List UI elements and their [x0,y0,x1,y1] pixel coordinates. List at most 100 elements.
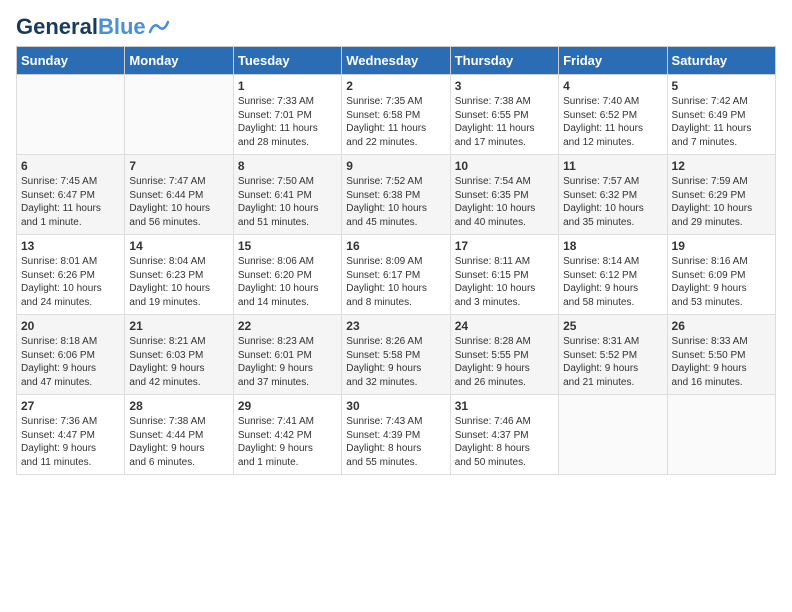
calendar-week-row: 20 Sunrise: 8:18 AM Sunset: 6:06 PM Dayli… [17,315,776,395]
day-info: Sunrise: 8:06 AM Sunset: 6:20 PM Dayligh… [238,255,337,309]
logo-wave-icon [148,18,170,36]
calendar-week-row: 27Sunrise: 7:36 AM Sunset: 4:47 PM Dayli… [17,395,776,475]
day-number: 8 [238,159,337,173]
calendar-cell: 8 Sunrise: 7:50 AM Sunset: 6:41 PM Daylig… [233,155,341,235]
day-number: 18 [563,239,662,253]
day-info: Sunrise: 7:50 AM Sunset: 6:41 PM Dayligh… [238,175,337,229]
day-number: 5 [672,79,771,93]
weekday-header-tuesday: Tuesday [233,47,341,75]
calendar-cell: 19 Sunrise: 8:16 AM Sunset: 6:09 PM Dayli… [667,235,775,315]
day-info: Sunrise: 7:36 AM Sunset: 4:47 PM Dayligh… [21,415,120,469]
day-number: 25 [563,319,662,333]
day-info: Sunrise: 7:54 AM Sunset: 6:35 PM Dayligh… [455,175,554,229]
calendar-cell: 26Sunrise: 8:33 AM Sunset: 5:50 PM Dayli… [667,315,775,395]
calendar-cell: 22 Sunrise: 8:23 AM Sunset: 6:01 PM Dayli… [233,315,341,395]
weekday-header-sunday: Sunday [17,47,125,75]
day-number: 6 [21,159,120,173]
day-number: 19 [672,239,771,253]
calendar-cell: 27Sunrise: 7:36 AM Sunset: 4:47 PM Dayli… [17,395,125,475]
day-info: Sunrise: 8:01 AM Sunset: 6:26 PM Dayligh… [21,255,120,309]
calendar-cell: 14Sunrise: 8:04 AM Sunset: 6:23 PM Dayli… [125,235,233,315]
day-number: 22 [238,319,337,333]
calendar-cell: 11 Sunrise: 7:57 AM Sunset: 6:32 PM Dayli… [559,155,667,235]
day-number: 1 [238,79,337,93]
day-number: 16 [346,239,445,253]
day-number: 17 [455,239,554,253]
calendar-cell: 25 Sunrise: 8:31 AM Sunset: 5:52 PM Dayli… [559,315,667,395]
calendar-cell: 20 Sunrise: 8:18 AM Sunset: 6:06 PM Dayli… [17,315,125,395]
calendar-cell: 10 Sunrise: 7:54 AM Sunset: 6:35 PM Dayli… [450,155,558,235]
day-info: Sunrise: 8:11 AM Sunset: 6:15 PM Dayligh… [455,255,554,309]
calendar-cell: 23Sunrise: 8:26 AM Sunset: 5:58 PM Dayli… [342,315,450,395]
day-number: 4 [563,79,662,93]
weekday-header-monday: Monday [125,47,233,75]
day-number: 15 [238,239,337,253]
calendar-cell: 30Sunrise: 7:43 AM Sunset: 4:39 PM Dayli… [342,395,450,475]
day-info: Sunrise: 7:47 AM Sunset: 6:44 PM Dayligh… [129,175,228,229]
calendar-cell: 24 Sunrise: 8:28 AM Sunset: 5:55 PM Dayli… [450,315,558,395]
day-info: Sunrise: 7:46 AM Sunset: 4:37 PM Dayligh… [455,415,554,469]
calendar-cell [17,75,125,155]
day-info: Sunrise: 8:18 AM Sunset: 6:06 PM Dayligh… [21,335,120,389]
day-number: 11 [563,159,662,173]
calendar-cell [125,75,233,155]
day-number: 12 [672,159,771,173]
day-info: Sunrise: 8:31 AM Sunset: 5:52 PM Dayligh… [563,335,662,389]
logo: GeneralBlue [16,16,170,38]
logo-text: GeneralBlue [16,16,146,38]
day-number: 29 [238,399,337,413]
page-header: GeneralBlue [16,16,776,38]
day-number: 21 [129,319,228,333]
day-number: 26 [672,319,771,333]
calendar-cell: 12Sunrise: 7:59 AM Sunset: 6:29 PM Dayli… [667,155,775,235]
day-number: 23 [346,319,445,333]
day-info: Sunrise: 7:57 AM Sunset: 6:32 PM Dayligh… [563,175,662,229]
day-number: 13 [21,239,120,253]
calendar-week-row: 1Sunrise: 7:33 AM Sunset: 7:01 PM Daylig… [17,75,776,155]
day-info: Sunrise: 8:09 AM Sunset: 6:17 PM Dayligh… [346,255,445,309]
calendar-cell: 5 Sunrise: 7:42 AM Sunset: 6:49 PM Daylig… [667,75,775,155]
calendar-cell: 4 Sunrise: 7:40 AM Sunset: 6:52 PM Daylig… [559,75,667,155]
weekday-header-thursday: Thursday [450,47,558,75]
day-info: Sunrise: 7:41 AM Sunset: 4:42 PM Dayligh… [238,415,337,469]
day-info: Sunrise: 7:45 AM Sunset: 6:47 PM Dayligh… [21,175,120,229]
day-info: Sunrise: 7:52 AM Sunset: 6:38 PM Dayligh… [346,175,445,229]
calendar-cell: 6 Sunrise: 7:45 AM Sunset: 6:47 PM Daylig… [17,155,125,235]
day-number: 14 [129,239,228,253]
calendar-cell: 1Sunrise: 7:33 AM Sunset: 7:01 PM Daylig… [233,75,341,155]
calendar-cell: 3Sunrise: 7:38 AM Sunset: 6:55 PM Daylig… [450,75,558,155]
calendar-cell: 28 Sunrise: 7:38 AM Sunset: 4:44 PM Dayli… [125,395,233,475]
day-info: Sunrise: 7:42 AM Sunset: 6:49 PM Dayligh… [672,95,771,149]
calendar-cell: 18 Sunrise: 8:14 AM Sunset: 6:12 PM Dayli… [559,235,667,315]
day-info: Sunrise: 8:23 AM Sunset: 6:01 PM Dayligh… [238,335,337,389]
day-number: 3 [455,79,554,93]
day-info: Sunrise: 8:14 AM Sunset: 6:12 PM Dayligh… [563,255,662,309]
calendar-cell: 13 Sunrise: 8:01 AM Sunset: 6:26 PM Dayli… [17,235,125,315]
day-info: Sunrise: 8:16 AM Sunset: 6:09 PM Dayligh… [672,255,771,309]
calendar-week-row: 6 Sunrise: 7:45 AM Sunset: 6:47 PM Daylig… [17,155,776,235]
weekday-header-saturday: Saturday [667,47,775,75]
calendar-cell: 7Sunrise: 7:47 AM Sunset: 6:44 PM Daylig… [125,155,233,235]
day-number: 28 [129,399,228,413]
day-number: 9 [346,159,445,173]
calendar-cell: 29 Sunrise: 7:41 AM Sunset: 4:42 PM Dayli… [233,395,341,475]
day-number: 10 [455,159,554,173]
calendar-cell [559,395,667,475]
calendar-week-row: 13 Sunrise: 8:01 AM Sunset: 6:26 PM Dayli… [17,235,776,315]
weekday-header-wednesday: Wednesday [342,47,450,75]
calendar-table: SundayMondayTuesdayWednesdayThursdayFrid… [16,46,776,475]
day-number: 2 [346,79,445,93]
weekday-header-row: SundayMondayTuesdayWednesdayThursdayFrid… [17,47,776,75]
day-info: Sunrise: 8:21 AM Sunset: 6:03 PM Dayligh… [129,335,228,389]
day-number: 24 [455,319,554,333]
day-number: 31 [455,399,554,413]
calendar-cell: 21 Sunrise: 8:21 AM Sunset: 6:03 PM Dayli… [125,315,233,395]
day-info: Sunrise: 8:28 AM Sunset: 5:55 PM Dayligh… [455,335,554,389]
calendar-cell: 31 Sunrise: 7:46 AM Sunset: 4:37 PM Dayli… [450,395,558,475]
calendar-cell: 17 Sunrise: 8:11 AM Sunset: 6:15 PM Dayli… [450,235,558,315]
day-info: Sunrise: 7:35 AM Sunset: 6:58 PM Dayligh… [346,95,445,149]
day-info: Sunrise: 7:40 AM Sunset: 6:52 PM Dayligh… [563,95,662,149]
day-number: 30 [346,399,445,413]
day-info: Sunrise: 7:38 AM Sunset: 4:44 PM Dayligh… [129,415,228,469]
day-number: 20 [21,319,120,333]
